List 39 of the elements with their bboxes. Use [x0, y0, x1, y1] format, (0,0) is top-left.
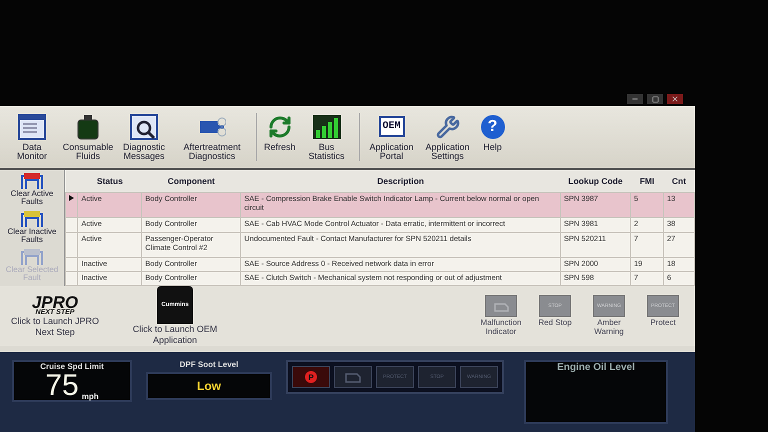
close-button[interactable] — [667, 94, 683, 104]
oil-level-gauge: Engine Oil Level — [524, 360, 668, 424]
column-header[interactable]: Component — [142, 170, 241, 193]
dpf-readout: Low — [146, 372, 272, 400]
row-pointer-icon — [69, 195, 74, 202]
toolbar-button[interactable]: OEM Application Portal — [364, 112, 420, 162]
indicator-label: Red Stop — [538, 319, 572, 328]
column-header[interactable]: Status — [78, 170, 142, 193]
bar-chart-icon — [312, 114, 341, 139]
maximize-button[interactable] — [647, 94, 663, 104]
column-header[interactable]: Description — [240, 170, 560, 193]
toolbar-button[interactable]: Diagnostic Messages — [116, 112, 172, 162]
dpf-title: DPF Soot Level — [180, 360, 238, 369]
wrench-icon — [436, 114, 460, 139]
toolbar-button[interactable]: Aftertreatment Diagnostics — [172, 112, 252, 162]
toolbar-button[interactable]: Application Settings — [420, 112, 476, 162]
column-header[interactable]: Lookup Code — [560, 170, 631, 193]
column-header[interactable]: Cnt — [664, 170, 694, 193]
toolbar-button[interactable]: Consumable Fluids — [60, 112, 116, 162]
parking-brake-icon: P — [303, 370, 319, 384]
indicator-label: Amber Warning — [593, 319, 625, 337]
minimize-button[interactable] — [627, 94, 643, 104]
refresh-icon — [268, 114, 292, 139]
help-icon: ? — [480, 114, 505, 139]
maximize-icon — [652, 96, 658, 102]
window-list-icon — [18, 114, 46, 140]
sidebar-button[interactable]: Clear Active Faults — [2, 172, 62, 207]
toolbar-button[interactable]: Refresh — [261, 112, 299, 152]
indicator-label: Protect — [650, 319, 676, 328]
close-icon — [671, 95, 679, 103]
indicator-label: Malfunction Indicator — [480, 319, 522, 337]
magnifier-window-icon — [130, 114, 158, 140]
column-header[interactable]: FMI — [630, 170, 664, 193]
sidebar-button[interactable]: Clear Inactive Faults — [2, 210, 62, 245]
oem-icon: OEM — [378, 116, 405, 138]
toolbar-button[interactable]: ? Help — [476, 112, 510, 152]
toolbar-button[interactable]: Bus Statistics — [298, 112, 355, 162]
jug-icon — [76, 114, 100, 140]
toolbar-button[interactable]: Data Monitor — [4, 112, 60, 162]
